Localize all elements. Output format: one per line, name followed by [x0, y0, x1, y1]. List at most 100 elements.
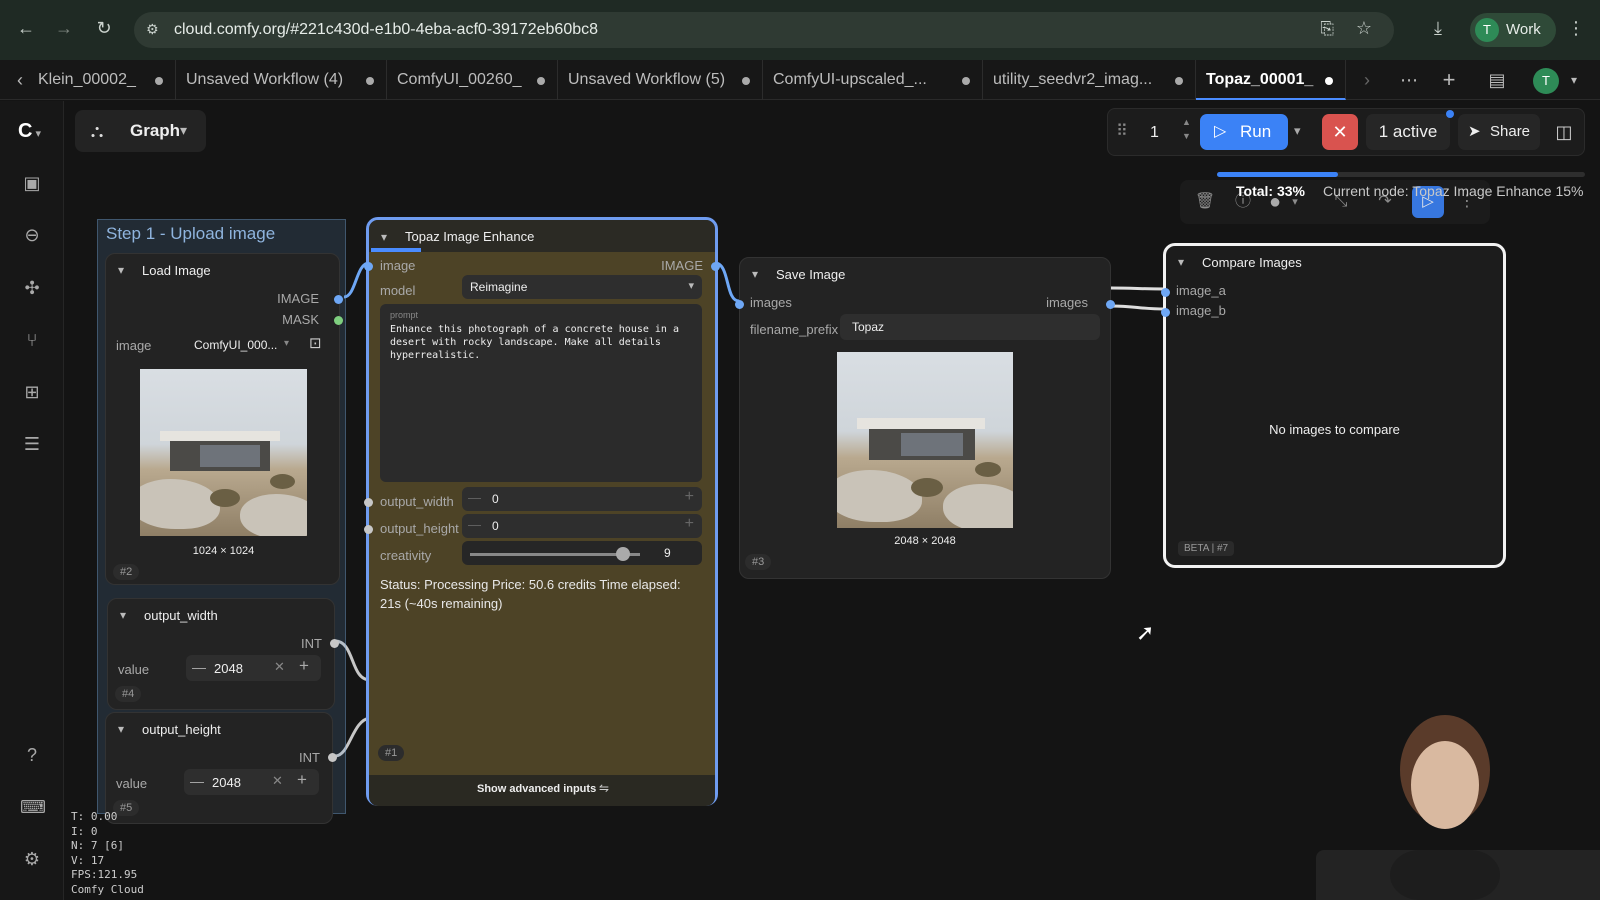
input-image-a-socket[interactable] [1161, 288, 1170, 297]
settings-gear-icon[interactable]: ⚙ [20, 847, 44, 871]
image-file-select[interactable]: ComfyUI_000... [194, 338, 277, 352]
output-height-stepper[interactable]: — 0 + [462, 514, 702, 538]
batch-stepper-icon[interactable]: ▲ ▼ [1182, 115, 1191, 143]
collapse-chevron-icon[interactable]: ▾ [1178, 255, 1184, 269]
node-load-image[interactable]: ▾ Load Image IMAGE MASK image ComfyUI_00… [105, 253, 343, 585]
slider-handle[interactable] [616, 547, 630, 561]
output-images-socket[interactable] [1106, 300, 1115, 309]
output-width-value[interactable]: 0 [492, 492, 499, 506]
decrement-icon[interactable]: — [468, 490, 481, 505]
upload-folder-icon[interactable]: ⊡ [309, 334, 322, 352]
nodes-library-icon[interactable]: ✣ [20, 276, 44, 300]
comfy-logo-icon[interactable]: C ▾ [18, 119, 50, 143]
unsaved-dot-icon[interactable] [366, 77, 374, 85]
workflow-tab[interactable]: Unsaved Workflow (5) [558, 60, 763, 100]
output-width-input-socket[interactable] [364, 498, 373, 507]
graph-mode-button[interactable]: ⛬ Graph ▾ [75, 110, 206, 152]
output-height-value[interactable]: 0 [492, 519, 499, 533]
forward-icon[interactable]: → [50, 14, 78, 42]
output-image-socket[interactable] [711, 262, 720, 271]
output-int-socket[interactable] [328, 753, 337, 762]
output-height-input-socket[interactable] [364, 525, 373, 534]
value-stepper[interactable]: — 2048 ✕ + [184, 769, 319, 795]
run-options-chevron-icon[interactable]: ▾ [1294, 123, 1301, 139]
clear-icon[interactable]: ✕ [272, 773, 283, 789]
unsaved-dot-icon[interactable] [1325, 77, 1333, 85]
unsaved-dot-icon[interactable] [537, 77, 545, 85]
node-save-image[interactable]: ▾ Save Image images images filename_pref… [735, 257, 1115, 579]
toggle-panel-icon[interactable]: ◫ [1548, 114, 1580, 150]
drag-handle-icon[interactable]: ⠿ [1116, 121, 1128, 141]
workflow-tab[interactable]: utility_seedvr2_imag... [983, 60, 1196, 100]
collapse-chevron-icon[interactable]: ▾ [381, 230, 387, 244]
input-images-socket[interactable] [735, 300, 744, 309]
chevron-down-icon[interactable]: ▾ [1562, 68, 1586, 92]
browser-menu-icon[interactable]: ⋮ [1562, 14, 1590, 42]
unsaved-dot-icon[interactable] [155, 77, 163, 85]
value-number[interactable]: 2048 [212, 775, 241, 790]
download-icon[interactable]: ⤓ [1424, 14, 1452, 42]
output-mask-socket[interactable] [334, 316, 343, 325]
delete-trash-icon[interactable]: 🗑 [1194, 191, 1216, 213]
show-advanced-inputs-button[interactable]: Show advanced inputs ⇋ [369, 775, 715, 806]
cancel-run-button[interactable]: ✕ [1322, 114, 1358, 150]
decrement-icon[interactable]: — [192, 659, 206, 675]
bookmark-star-icon[interactable]: ☆ [1356, 18, 1372, 39]
site-settings-icon[interactable]: ⚙ [146, 21, 159, 38]
images-icon[interactable]: ▣ [20, 171, 44, 195]
workflow-tab[interactable]: ComfyUI_00260_ [387, 60, 558, 100]
active-queue-button[interactable]: 1 active [1366, 114, 1450, 150]
increment-icon[interactable]: + [685, 488, 694, 506]
more-tabs-icon[interactable]: ⋯ [1397, 68, 1421, 92]
address-bar[interactable]: ⚙ cloud.comfy.org/#221c430d-e1b0-4eba-ac… [134, 12, 1394, 48]
run-button[interactable]: ▷ Run [1200, 114, 1288, 150]
workflow-tab[interactable]: Topaz_00001_ [1196, 60, 1346, 100]
node-topaz-image-enhance[interactable]: ▾ Topaz Image Enhance image IMAGE model … [364, 217, 720, 806]
input-image-socket[interactable] [364, 262, 373, 271]
workflow-tab[interactable]: Unsaved Workflow (4) [176, 60, 387, 100]
value-stepper[interactable]: — 2048 ✕ + [186, 655, 321, 681]
increment-icon[interactable]: + [685, 515, 694, 533]
prompt-textarea[interactable]: prompt Enhance this photograph of a conc… [380, 304, 702, 482]
user-avatar[interactable]: T [1533, 68, 1559, 94]
models-icon[interactable]: ⊖ [20, 223, 44, 247]
output-image-socket[interactable] [334, 295, 343, 304]
workflows-icon[interactable]: ⑂ [20, 328, 44, 352]
share-button[interactable]: ➤ Share [1458, 114, 1540, 150]
collapse-chevron-icon[interactable]: ▾ [118, 722, 124, 736]
collapse-chevron-icon[interactable]: ▾ [120, 608, 126, 622]
output-width-stepper[interactable]: — 0 + [462, 487, 702, 511]
collapse-chevron-icon[interactable]: ▾ [752, 267, 758, 281]
collapse-chevron-icon[interactable]: ▾ [118, 263, 124, 277]
increment-icon[interactable]: + [299, 656, 309, 676]
reload-icon[interactable]: ↻ [90, 14, 118, 42]
workflow-tab[interactable]: Klein_00002_ [28, 60, 176, 100]
increment-icon[interactable]: + [297, 770, 307, 790]
unsaved-dot-icon[interactable] [742, 77, 750, 85]
chat-icon[interactable]: ▤ [1485, 68, 1509, 92]
workflow-tab[interactable]: ComfyUI-upscaled_... [763, 60, 983, 100]
node-header[interactable]: ▾ Topaz Image Enhance [369, 220, 715, 252]
templates-icon[interactable]: ⊞ [20, 380, 44, 404]
scroll-tabs-right-icon[interactable]: › [1355, 68, 1379, 92]
creativity-slider[interactable]: 9 [462, 541, 702, 565]
help-icon[interactable]: ? [20, 743, 44, 767]
value-number[interactable]: 2048 [214, 661, 243, 676]
clear-icon[interactable]: ✕ [274, 659, 285, 675]
keyboard-icon[interactable]: ⌨ [20, 795, 46, 819]
filename-prefix-input[interactable]: Topaz [840, 314, 1100, 340]
unsaved-dot-icon[interactable] [1175, 77, 1183, 85]
node-output-width[interactable]: ▾ output_width INT value — 2048 ✕ + #4 [107, 598, 339, 710]
new-tab-icon[interactable]: + [1437, 68, 1461, 92]
decrement-icon[interactable]: — [190, 773, 204, 789]
queue-icon[interactable]: ☰ [20, 432, 44, 456]
install-app-icon[interactable]: ⎘ [1320, 19, 1334, 39]
chevron-down-icon[interactable]: ▾ [284, 338, 289, 349]
node-compare-images[interactable]: ▾ Compare Images image_a image_b No imag… [1161, 243, 1506, 568]
unsaved-dot-icon[interactable] [962, 77, 970, 85]
profile-button[interactable]: T Work [1470, 13, 1556, 47]
model-select[interactable]: Reimagine ▾ [462, 275, 702, 299]
output-int-socket[interactable] [330, 639, 339, 648]
decrement-icon[interactable]: — [468, 517, 481, 532]
input-image-b-socket[interactable] [1161, 308, 1170, 317]
